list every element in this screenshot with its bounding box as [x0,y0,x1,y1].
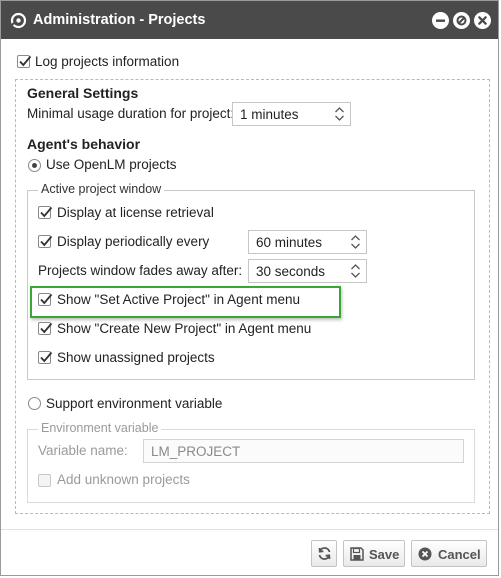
checkmark-icon [19,55,32,67]
fades-away-label: Projects window fades away after: [38,263,243,278]
save-label: Save [369,547,400,562]
environment-variable-legend: Environment variable [38,421,162,435]
checkmark-icon [40,351,53,363]
min-duration-value: 1 minutes [240,107,299,122]
show-set-active-checkbox[interactable] [38,293,53,306]
cancel-icon [418,547,432,561]
minimize-icon [436,19,445,22]
use-openlm-radio[interactable] [28,159,41,172]
support-env-label[interactable]: Support environment variable [46,396,222,411]
cancel-button[interactable]: Cancel [411,540,487,567]
add-unknown-label[interactable]: Add unknown projects [57,472,190,487]
show-create-new-checkbox[interactable] [38,322,53,335]
support-env-radio[interactable] [28,397,41,410]
refresh-button[interactable] [311,540,337,567]
dialog-title: Administration - Projects [33,12,206,28]
title-bar[interactable]: Administration - Projects [1,1,498,39]
openlm-logo-icon [10,12,27,29]
variable-name-input[interactable]: LM_PROJECT [143,439,464,463]
spinner-arrows-icon[interactable] [351,264,360,278]
show-unassigned-label[interactable]: Show unassigned projects [57,350,215,365]
checkmark-icon [40,293,53,305]
min-duration-spinner[interactable]: 1 minutes [232,102,351,126]
agent-behavior-heading: Agent's behavior [27,136,141,152]
display-periodic-checkbox[interactable] [38,235,53,248]
restore-icon [456,15,467,26]
checkmark-icon [40,235,53,247]
fades-away-spinner[interactable]: 30 seconds [248,259,367,283]
checkmark-icon [40,206,53,218]
footer-divider [1,529,498,530]
projects-dialog: Administration - Projects Log projects i… [0,0,499,576]
active-project-window-legend: Active project window [38,182,165,196]
cancel-label: Cancel [438,547,481,562]
radio-selected-dot [32,163,37,168]
restore-button[interactable] [453,12,470,29]
display-periodic-label[interactable]: Display periodically every [57,234,209,249]
display-periodic-value: 60 minutes [256,235,323,250]
show-unassigned-checkbox[interactable] [38,351,53,364]
show-create-new-label[interactable]: Show "Create New Project" in Agent menu [57,321,311,336]
close-button[interactable] [474,12,491,29]
display-periodic-spinner[interactable]: 60 minutes [248,230,367,254]
display-retrieval-checkbox[interactable] [38,206,53,219]
checkmark-icon [40,322,53,334]
spinner-arrows-icon[interactable] [335,107,344,121]
use-openlm-label[interactable]: Use OpenLM projects [46,157,177,172]
close-icon [478,16,487,25]
log-projects-checkbox[interactable] [17,55,32,68]
spinner-arrows-icon[interactable] [351,235,360,249]
display-retrieval-label[interactable]: Display at license retrieval [57,205,214,220]
variable-name-label: Variable name: [38,443,128,458]
fades-away-value: 30 seconds [256,264,326,279]
general-settings-heading: General Settings [27,85,139,101]
min-duration-label: Minimal usage duration for project: [27,106,235,121]
save-button[interactable]: Save [343,540,405,567]
variable-name-value: LM_PROJECT [151,444,241,459]
floppy-disk-icon [350,547,364,561]
show-set-active-label[interactable]: Show "Set Active Project" in Agent menu [57,292,300,307]
refresh-icon [318,547,331,560]
add-unknown-checkbox[interactable] [38,474,51,487]
log-projects-label[interactable]: Log projects information [35,54,179,69]
minimize-button[interactable] [432,12,449,29]
